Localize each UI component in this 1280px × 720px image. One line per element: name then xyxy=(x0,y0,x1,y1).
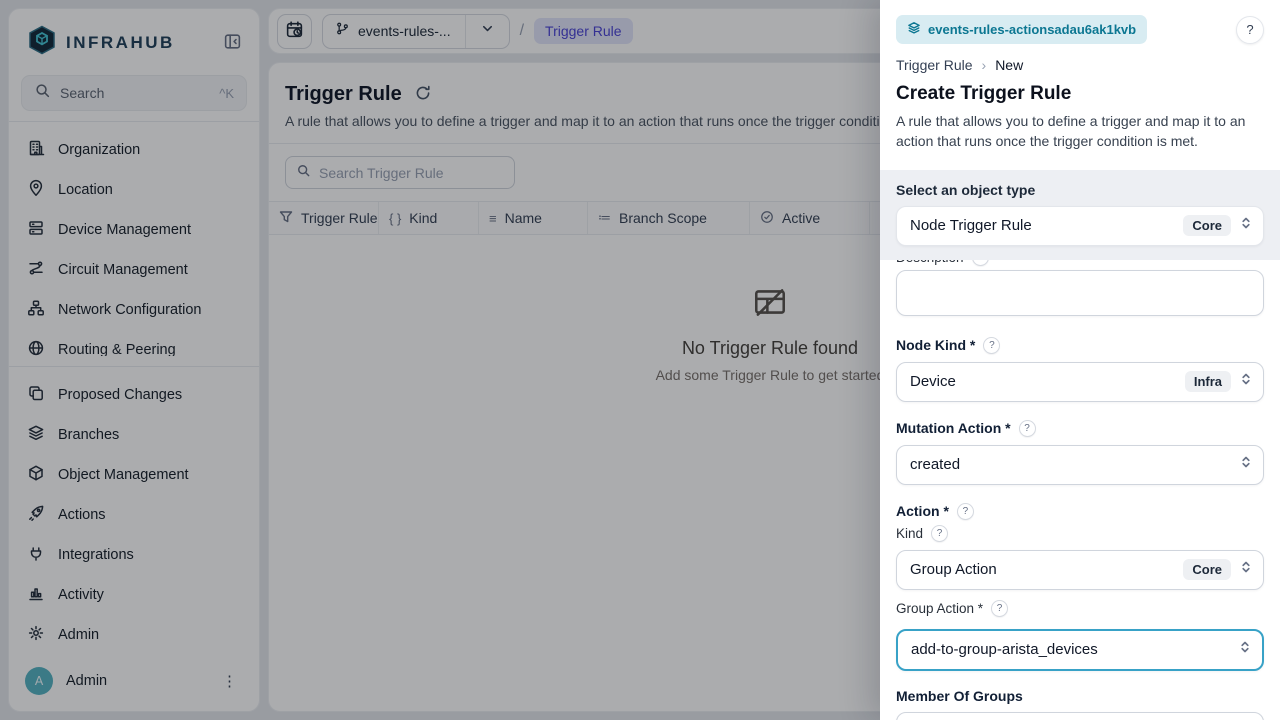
unfold-icon xyxy=(1239,216,1253,235)
drawer-title: Create Trigger Rule xyxy=(896,83,1264,105)
help-button[interactable]: ? xyxy=(1236,16,1264,44)
node-kind-select[interactable]: Device Infra xyxy=(896,362,1264,402)
object-type-value: Node Trigger Rule xyxy=(910,217,1175,234)
mutation-action-select[interactable]: created xyxy=(896,445,1264,485)
chevron-right-icon: › xyxy=(982,57,987,73)
action-section-label: Action * ? xyxy=(896,503,1264,520)
create-trigger-rule-drawer: events-rules-actionsadau6ak1kvb ? Trigge… xyxy=(880,0,1280,720)
layers-icon xyxy=(907,21,921,38)
drawer-header: events-rules-actionsadau6ak1kvb ? Trigge… xyxy=(880,0,1280,170)
action-kind-field-label: Kind ? xyxy=(896,525,1264,542)
breadcrumb-root[interactable]: Trigger Rule xyxy=(896,57,973,73)
branch-badge-label: events-rules-actionsadau6ak1kvb xyxy=(928,22,1136,37)
drawer-breadcrumb: Trigger Rule › New xyxy=(896,57,1264,73)
description-input[interactable] xyxy=(896,270,1264,316)
namespace-badge: Infra xyxy=(1185,371,1231,392)
help-icon[interactable]: ? xyxy=(983,337,1000,354)
help-icon[interactable]: ? xyxy=(991,600,1008,617)
object-type-section: Select an object type Node Trigger Rule … xyxy=(880,170,1280,260)
unfold-icon xyxy=(1239,372,1253,391)
app-root: INFRAHUB Search ^K Organization xyxy=(0,0,1280,720)
member-of-groups-field-label: Member Of Groups xyxy=(896,688,1264,704)
help-icon[interactable]: ? xyxy=(972,260,989,266)
node-kind-field-label: Node Kind * ? xyxy=(896,337,1264,354)
help-icon[interactable]: ? xyxy=(931,525,948,542)
group-action-select[interactable]: add-to-group-arista_devices xyxy=(896,629,1264,671)
member-of-groups-select[interactable] xyxy=(896,712,1264,720)
help-icon[interactable]: ? xyxy=(1019,420,1036,437)
mutation-action-field-label: Mutation Action * ? xyxy=(896,420,1264,437)
object-type-label: Select an object type xyxy=(896,182,1264,198)
unfold-icon xyxy=(1238,640,1252,659)
description-label: Description xyxy=(896,260,964,265)
help-icon[interactable]: ? xyxy=(957,503,974,520)
action-kind-select[interactable]: Group Action Core xyxy=(896,550,1264,590)
drawer-form: Description ? Node Kind * ? Device Infra… xyxy=(880,260,1280,720)
drawer-description: A rule that allows you to define a trigg… xyxy=(896,111,1264,152)
breadcrumb-current: New xyxy=(995,57,1023,73)
unfold-icon xyxy=(1239,455,1253,474)
object-type-select[interactable]: Node Trigger Rule Core xyxy=(896,206,1264,246)
clipped-field: Description ? xyxy=(896,260,1264,267)
group-action-field-label: Group Action * ? xyxy=(896,600,1264,617)
namespace-badge: Core xyxy=(1183,215,1231,236)
branch-badge[interactable]: events-rules-actionsadau6ak1kvb xyxy=(896,15,1147,44)
namespace-badge: Core xyxy=(1183,559,1231,580)
unfold-icon xyxy=(1239,560,1253,579)
